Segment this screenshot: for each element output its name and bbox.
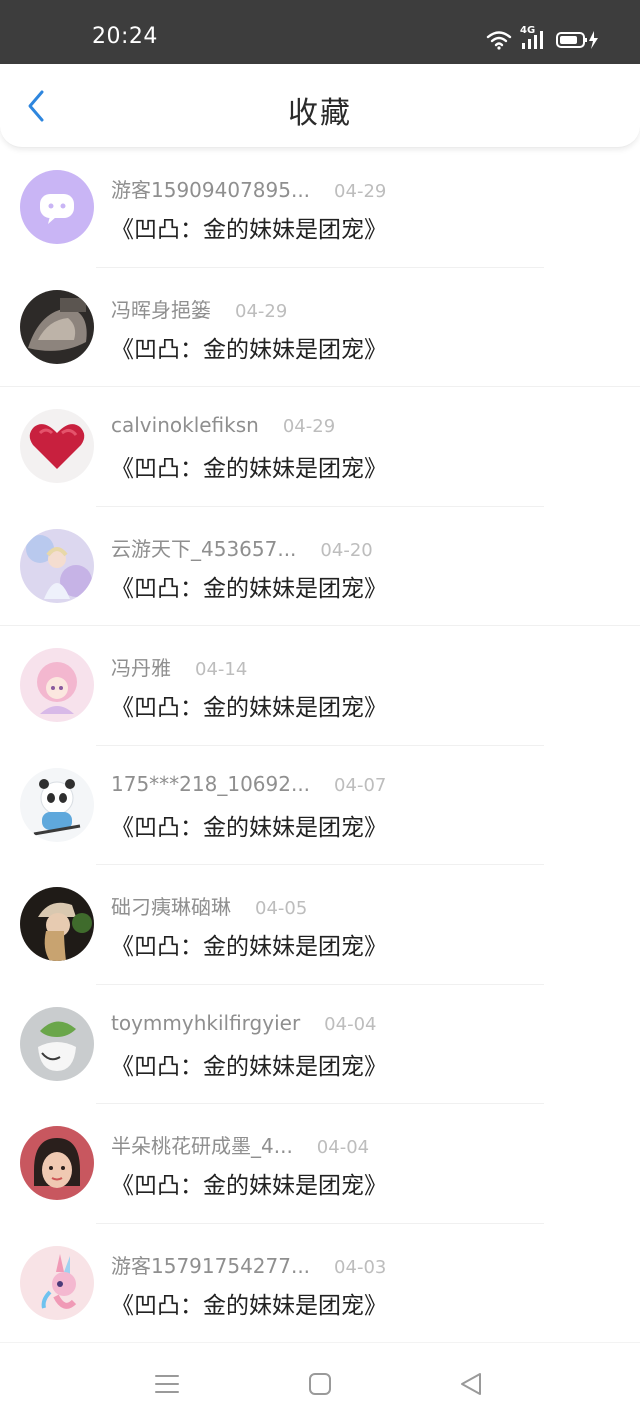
username: 175***218_10692... bbox=[111, 771, 311, 796]
username: toymmyhkilfirgyier bbox=[111, 1010, 301, 1035]
book-title: 《凹凸：金的妹妹是团宠》 bbox=[111, 456, 387, 482]
book-title: 《凹凸：金的妹妹是团宠》 bbox=[111, 1173, 387, 1199]
date: 04-20 bbox=[320, 539, 373, 561]
book-title: 《凹凸：金的妹妹是团宠》 bbox=[111, 814, 387, 841]
status-bar: 20:24 4G bbox=[0, 0, 640, 64]
triangle-back-icon bbox=[461, 1373, 481, 1395]
menu-button[interactable] bbox=[152, 1369, 182, 1399]
item-meta: 游客15909407895... 04-29 bbox=[111, 174, 386, 203]
item-meta: 半朵桃花研成墨_4... 04-04 bbox=[111, 1130, 369, 1159]
date: 04-04 bbox=[324, 1013, 377, 1035]
avatar bbox=[20, 1126, 94, 1200]
favorites-list: 游客15909407895... 04-29 《凹凸：金的妹妹是团宠》 冯晖身挹… bbox=[0, 148, 640, 1342]
header: 收藏 bbox=[0, 64, 640, 148]
book-title: 《凹凸：金的妹妹是团宠》 bbox=[111, 934, 387, 960]
book-title: 《凹凸：金的妹妹是团宠》 bbox=[111, 695, 387, 721]
page-title: 收藏 bbox=[288, 96, 352, 131]
network-type: 4G bbox=[520, 25, 536, 36]
home-button[interactable] bbox=[305, 1369, 335, 1399]
avatar bbox=[20, 170, 94, 244]
item-meta: 础刁痍琳硇琳 04-05 bbox=[111, 891, 307, 920]
date: 04-14 bbox=[195, 659, 248, 680]
list-item[interactable]: 冯晖身挹篓 04-29 《凹凸：金的妹妹是团宠》 bbox=[0, 268, 640, 387]
item-meta: toymmyhkilfirgyier 04-04 bbox=[111, 1011, 376, 1035]
list-item[interactable]: 冯丹雅 04-14 《凹凸：金的妹妹是团宠》 bbox=[0, 626, 640, 746]
status-icons: 4G bbox=[486, 25, 600, 52]
username: 游客15791754277... bbox=[111, 1253, 311, 1278]
item-meta: 冯晖身挹篓 04-29 bbox=[111, 294, 287, 323]
item-meta: 游客15791754277... 04-03 bbox=[111, 1250, 386, 1279]
book-title: 《凹凸：金的妹妹是团宠》 bbox=[111, 1292, 387, 1319]
username: 冯晖身挹篓 bbox=[111, 297, 211, 322]
avatar bbox=[20, 648, 94, 722]
date: 04-03 bbox=[334, 1256, 387, 1278]
list-item[interactable]: calvinoklefiksn 04-29 《凹凸：金的妹妹是团宠》 bbox=[0, 387, 640, 507]
avatar bbox=[20, 409, 94, 483]
list-item[interactable]: 云游天下_453657... 04-20 《凹凸：金的妹妹是团宠》 bbox=[0, 507, 640, 626]
list-item[interactable]: toymmyhkilfirgyier 04-04 《凹凸：金的妹妹是团宠》 bbox=[0, 985, 640, 1104]
avatar bbox=[20, 1245, 94, 1320]
username: 础刁痍琳硇琳 bbox=[111, 895, 231, 919]
book-title: 《凹凸：金的妹妹是团宠》 bbox=[111, 575, 387, 602]
avatar bbox=[20, 289, 94, 364]
avatar bbox=[20, 887, 94, 961]
battery-charging-icon bbox=[556, 30, 600, 50]
username: calvinoklefiksn bbox=[111, 413, 259, 437]
list-item[interactable]: 半朵桃花研成墨_4... 04-04 《凹凸：金的妹妹是团宠》 bbox=[0, 1104, 640, 1224]
nav-back-button[interactable] bbox=[456, 1369, 486, 1399]
username: 游客15909407895... bbox=[111, 178, 311, 202]
book-title: 《凹凸：金的妹妹是团宠》 bbox=[111, 217, 387, 243]
date: 04-29 bbox=[282, 416, 336, 437]
system-nav-bar bbox=[0, 1342, 640, 1422]
list-item[interactable]: 175***218_10692... 04-07 《凹凸：金的妹妹是团宠》 bbox=[0, 746, 640, 865]
list-item[interactable]: 游客15909407895... 04-29 《凹凸：金的妹妹是团宠》 bbox=[0, 148, 640, 268]
item-meta: 云游天下_453657... 04-20 bbox=[111, 533, 373, 562]
avatar bbox=[20, 1006, 94, 1081]
signal-icon: 4G bbox=[520, 25, 548, 51]
menu-icon bbox=[155, 1375, 179, 1393]
date: 04-04 bbox=[316, 1137, 370, 1158]
list-item[interactable]: 游客15791754277... 04-03 《凹凸：金的妹妹是团宠》 bbox=[0, 1224, 640, 1343]
date: 04-05 bbox=[255, 898, 308, 919]
date: 04-07 bbox=[334, 774, 387, 796]
status-time: 20:24 bbox=[92, 24, 158, 49]
item-meta: calvinoklefiksn 04-29 bbox=[111, 413, 335, 437]
book-title: 《凹凸：金的妹妹是团宠》 bbox=[111, 336, 387, 363]
date: 04-29 bbox=[334, 181, 387, 202]
item-meta: 175***218_10692... 04-07 bbox=[111, 772, 386, 796]
book-title: 《凹凸：金的妹妹是团宠》 bbox=[111, 1053, 387, 1080]
username: 冯丹雅 bbox=[111, 656, 171, 680]
wifi-icon bbox=[486, 30, 512, 50]
date: 04-29 bbox=[235, 300, 288, 322]
home-square-icon bbox=[309, 1373, 331, 1395]
list-item[interactable]: 础刁痍琳硇琳 04-05 《凹凸：金的妹妹是团宠》 bbox=[0, 865, 640, 985]
username: 云游天下_453657... bbox=[111, 536, 297, 561]
avatar bbox=[20, 528, 94, 603]
avatar bbox=[20, 767, 94, 842]
item-meta: 冯丹雅 04-14 bbox=[111, 652, 247, 681]
username: 半朵桃花研成墨_4... bbox=[111, 1134, 293, 1158]
